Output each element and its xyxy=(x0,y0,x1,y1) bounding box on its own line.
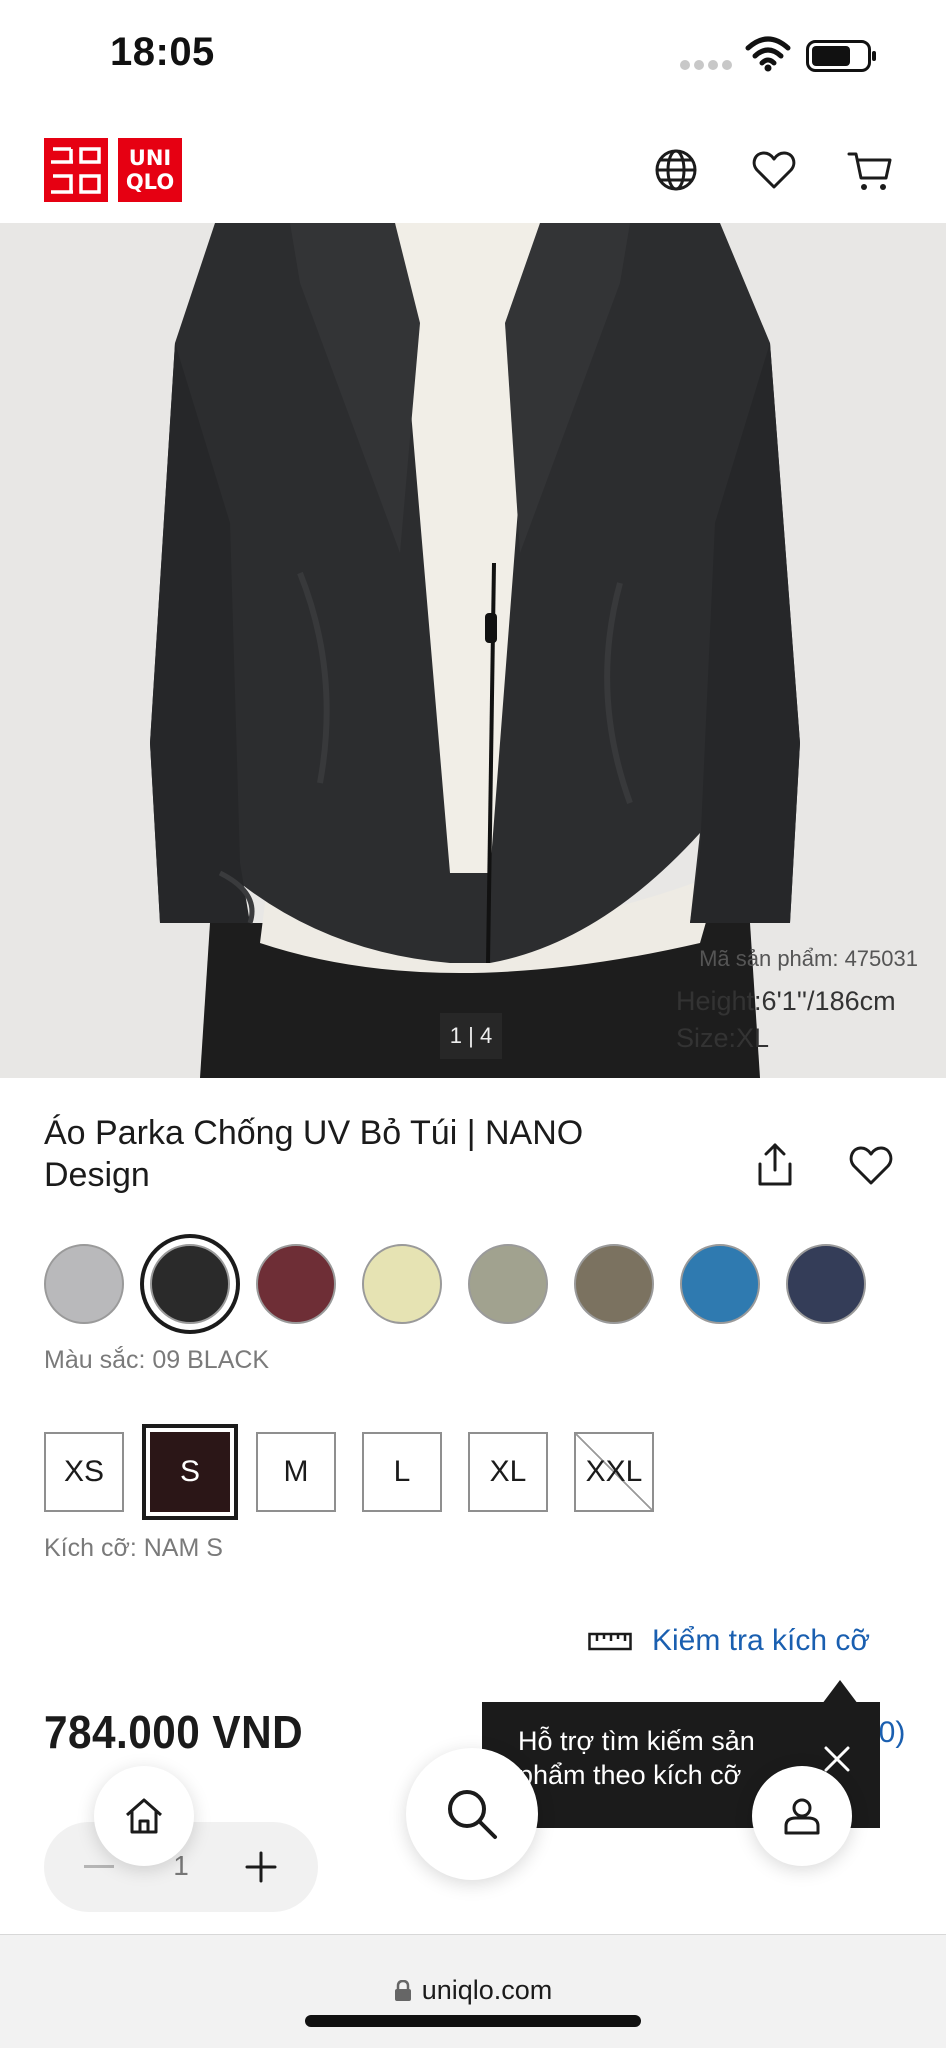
user-icon xyxy=(784,1798,820,1835)
image-counter: 1 | 4 xyxy=(440,1013,502,1059)
size-option-label: XXL xyxy=(585,1455,643,1488)
battery-icon xyxy=(806,40,876,72)
browser-bar: uniqlo.com xyxy=(0,1934,946,2048)
tooltip-arrow xyxy=(822,1680,858,1704)
share-icon[interactable] xyxy=(750,1140,800,1190)
size-option-m[interactable]: M xyxy=(256,1432,336,1512)
color-swatch-blue[interactable] xyxy=(680,1244,760,1324)
color-swatch-olive-brown[interactable] xyxy=(574,1244,654,1324)
uniqlo-logo[interactable]: UNI QLO xyxy=(44,138,184,202)
wishlist-heart-icon[interactable] xyxy=(846,1140,896,1190)
product-code: Mã sản phẩm: 475031 xyxy=(699,946,918,971)
color-swatch-navy[interactable] xyxy=(786,1244,866,1324)
search-icon xyxy=(448,1790,497,1839)
color-swatch-black[interactable] xyxy=(150,1244,230,1324)
ruler-icon xyxy=(588,1632,632,1651)
globe-icon[interactable] xyxy=(652,146,700,194)
logo-brand-box: UNI QLO xyxy=(118,138,182,202)
product-title: Áo Parka Chống UV Bỏ Túi | NANO Design xyxy=(44,1114,584,1194)
account-button[interactable] xyxy=(752,1766,852,1866)
size-option-xl[interactable]: XL xyxy=(468,1432,548,1512)
home-icon xyxy=(126,1798,162,1834)
color-swatch-cream-yellow[interactable] xyxy=(362,1244,442,1324)
color-label: Màu sắc: 09 BLACK xyxy=(44,1346,270,1374)
model-height: Height:6'1''/186cm xyxy=(676,986,896,1016)
color-swatch-light-gray[interactable] xyxy=(44,1244,124,1324)
size-option-xxl[interactable]: XXL xyxy=(574,1432,654,1512)
logo-katakana-box xyxy=(44,138,108,202)
size-option-label: L xyxy=(393,1455,411,1488)
color-swatch-sage[interactable] xyxy=(468,1244,548,1324)
logo-brand-bottom: QLO xyxy=(125,170,175,194)
lock-icon xyxy=(394,1979,411,2001)
size-label: Kích cỡ: NAM S xyxy=(44,1534,223,1562)
status-time: 18:05 xyxy=(110,30,215,74)
wifi-icon xyxy=(745,36,791,72)
price: 784.000 VND xyxy=(44,1706,304,1758)
size-check-link[interactable]: Kiểm tra kích cỡ xyxy=(588,1624,870,1658)
size-option-label: S xyxy=(179,1455,200,1488)
color-swatch-wine[interactable] xyxy=(256,1244,336,1324)
logo-brand-top: UNI xyxy=(128,146,172,170)
home-indicator xyxy=(305,2015,641,2027)
size-check-label: Kiểm tra kích cỡ xyxy=(652,1624,871,1657)
size-option-xs[interactable]: XS xyxy=(44,1432,124,1512)
size-option-label: M xyxy=(283,1455,309,1488)
signal-dots-icon xyxy=(680,60,732,70)
heart-icon[interactable] xyxy=(750,146,798,194)
url-text: uniqlo.com xyxy=(421,1975,553,2005)
search-button[interactable] xyxy=(406,1748,538,1880)
home-button[interactable] xyxy=(94,1766,194,1866)
model-size: Size:XL xyxy=(676,1023,770,1053)
plus-icon[interactable] xyxy=(244,1850,278,1884)
size-option-l[interactable]: L xyxy=(362,1432,442,1512)
size-option-label: XL xyxy=(489,1455,527,1488)
size-option-s[interactable]: S xyxy=(150,1432,230,1512)
address-bar[interactable]: uniqlo.com xyxy=(0,1975,946,2006)
cart-icon[interactable] xyxy=(846,146,894,194)
size-option-label: XS xyxy=(63,1455,105,1488)
tooltip-text: Hỗ trợ tìm kiếm sản phẩm theo kích cỡ xyxy=(518,1726,755,1790)
